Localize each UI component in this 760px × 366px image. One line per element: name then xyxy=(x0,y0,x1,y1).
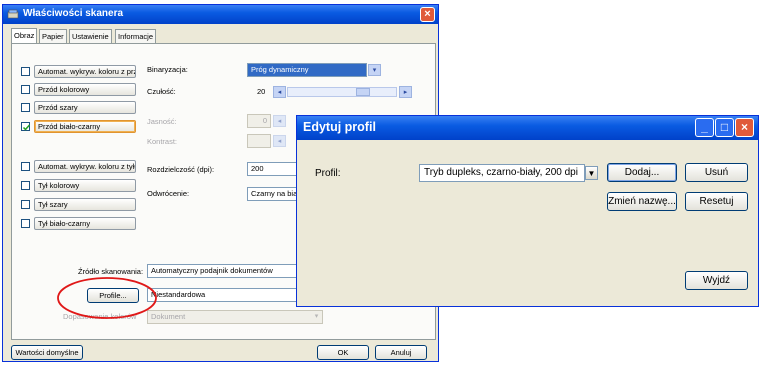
scanner-close-icon[interactable]: × xyxy=(420,7,435,22)
front-bw-checkbox[interactable] xyxy=(21,122,31,131)
tab-informacje[interactable]: Informacje xyxy=(115,29,157,44)
color-match-dropdown-icon: ▾ xyxy=(314,313,319,320)
back-auto-color-item[interactable]: Automat. wykryw. koloru z tyłu xyxy=(34,160,136,173)
rename-button[interactable]: Zmień nazwę... xyxy=(607,192,677,211)
scanner-window-titlebar[interactable]: Właściwości skanera × xyxy=(3,5,438,24)
tab-papier[interactable]: Papier xyxy=(39,29,67,44)
add-button[interactable]: Dodaj... xyxy=(607,163,677,182)
front-auto-color-checkbox[interactable] xyxy=(21,67,30,76)
front-gray-checkbox[interactable] xyxy=(21,103,30,112)
cancel-button[interactable]: Anuluj xyxy=(375,345,427,360)
front-auto-color-item[interactable]: Automat. wykryw. koloru z prz xyxy=(34,65,136,78)
ok-button[interactable]: OK xyxy=(317,345,369,360)
back-color-checkbox[interactable] xyxy=(21,181,30,190)
edit-profile-dialog: Edytuj profil _ □ × Profil: Tryb dupleks… xyxy=(296,115,759,307)
inversion-label: Odwrócenie: xyxy=(147,189,190,198)
sensitivity-increase-icon[interactable]: ▸ xyxy=(399,86,412,98)
back-bw-item[interactable]: Tył biało-czarny xyxy=(34,217,136,230)
scanner-app-icon xyxy=(7,9,19,19)
front-gray-item[interactable]: Przód szary xyxy=(34,101,136,114)
back-bw-checkbox[interactable] xyxy=(21,219,30,228)
defaults-button[interactable]: Wartości domyślne xyxy=(11,345,83,360)
sensitivity-slider[interactable] xyxy=(287,87,397,97)
sensitivity-label: Czułość: xyxy=(147,87,176,96)
contrast-label: Kontrast: xyxy=(147,137,178,146)
minimize-icon[interactable]: _ xyxy=(695,118,714,137)
tab-ustawienie[interactable]: Ustawienie xyxy=(69,29,112,44)
back-gray-checkbox[interactable] xyxy=(21,200,30,209)
edit-profile-titlebar[interactable]: Edytuj profil _ □ × xyxy=(297,116,758,140)
maximize-icon[interactable]: □ xyxy=(715,118,734,137)
edit-profile-title: Edytuj profil xyxy=(303,120,376,134)
brightness-decrease-icon: ◂ xyxy=(273,115,286,127)
back-auto-color-checkbox[interactable] xyxy=(21,162,30,171)
scan-source-select[interactable]: Automatyczny podajnik dokumentów xyxy=(147,264,307,278)
binarization-label: Binaryzacja: xyxy=(147,65,188,74)
front-color-item[interactable]: Przód kolorowy xyxy=(34,83,136,96)
binarization-select[interactable]: Próg dynamiczny xyxy=(247,63,367,77)
tab-obraz[interactable]: Obraz xyxy=(11,28,38,44)
front-color-checkbox[interactable] xyxy=(21,85,30,94)
back-color-item[interactable]: Tył kolorowy xyxy=(34,179,136,192)
close-icon[interactable]: × xyxy=(735,118,754,137)
sensitivity-slider-thumb[interactable] xyxy=(356,88,370,96)
back-gray-item[interactable]: Tył szary xyxy=(34,198,136,211)
contrast-decrease-icon: ◂ xyxy=(273,135,286,147)
contrast-value xyxy=(247,134,271,148)
brightness-value: 0 xyxy=(247,114,271,128)
sensitivity-value: 20 xyxy=(257,87,266,96)
binarization-dropdown-icon[interactable]: ▾ xyxy=(368,64,381,76)
sensitivity-decrease-icon[interactable]: ◂ xyxy=(273,86,286,98)
delete-button[interactable]: Usuń xyxy=(685,163,748,182)
brightness-label: Jasność: xyxy=(147,117,177,126)
checkmark-icon xyxy=(22,124,31,131)
profile-label: Profil: xyxy=(315,168,341,179)
scanner-window-title: Właściwości skanera xyxy=(23,8,124,19)
reset-button[interactable]: Resetuj xyxy=(685,192,748,211)
resolution-label: Rozdzielczość (dpi): xyxy=(147,165,215,174)
highlight-circle xyxy=(57,277,157,319)
color-match-select: Dokument xyxy=(147,310,323,324)
front-bw-item[interactable]: Przód biało-czarny xyxy=(34,120,136,133)
profile-combo[interactable]: Tryb dupleks, czarno-biały, 200 dpi xyxy=(419,164,585,182)
profile-select[interactable]: Niestandardowa xyxy=(147,288,307,302)
profile-dropdown-icon[interactable]: ▼ xyxy=(585,166,598,180)
exit-button[interactable]: Wyjdź xyxy=(685,271,748,290)
